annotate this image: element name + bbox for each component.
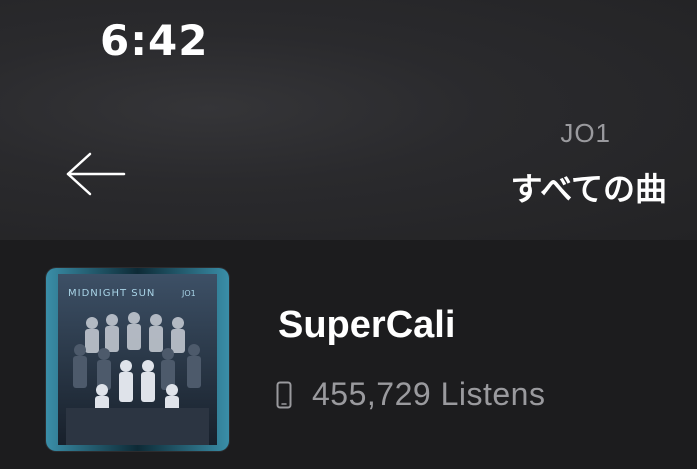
back-button[interactable] bbox=[60, 138, 132, 210]
header: 6:42 JO1 すべての曲 bbox=[0, 0, 697, 240]
app-screen: 6:42 JO1 すべての曲 MIDNIGHT SUN JO1 SuperCal… bbox=[0, 0, 697, 469]
song-title[interactable]: SuperCali bbox=[278, 304, 455, 347]
song-row[interactable]: MIDNIGHT SUN JO1 SuperCali 455,729 Liste… bbox=[0, 240, 697, 469]
listens-count: 455,729 Listens bbox=[312, 376, 546, 412]
arrow-left-icon bbox=[66, 152, 126, 196]
album-badge: JO1 bbox=[181, 289, 196, 298]
album-cover-art: MIDNIGHT SUN JO1 bbox=[46, 268, 229, 451]
page-title: すべての曲 bbox=[510, 170, 667, 208]
status-bar-time: 6:42 bbox=[100, 16, 209, 65]
listens-info: 455,729 Listens bbox=[276, 376, 545, 413]
album-text: MIDNIGHT SUN bbox=[68, 288, 155, 299]
artist-name[interactable]: JO1 bbox=[560, 118, 611, 149]
album-cover[interactable]: MIDNIGHT SUN JO1 bbox=[46, 268, 229, 451]
phone-icon bbox=[276, 381, 292, 408]
